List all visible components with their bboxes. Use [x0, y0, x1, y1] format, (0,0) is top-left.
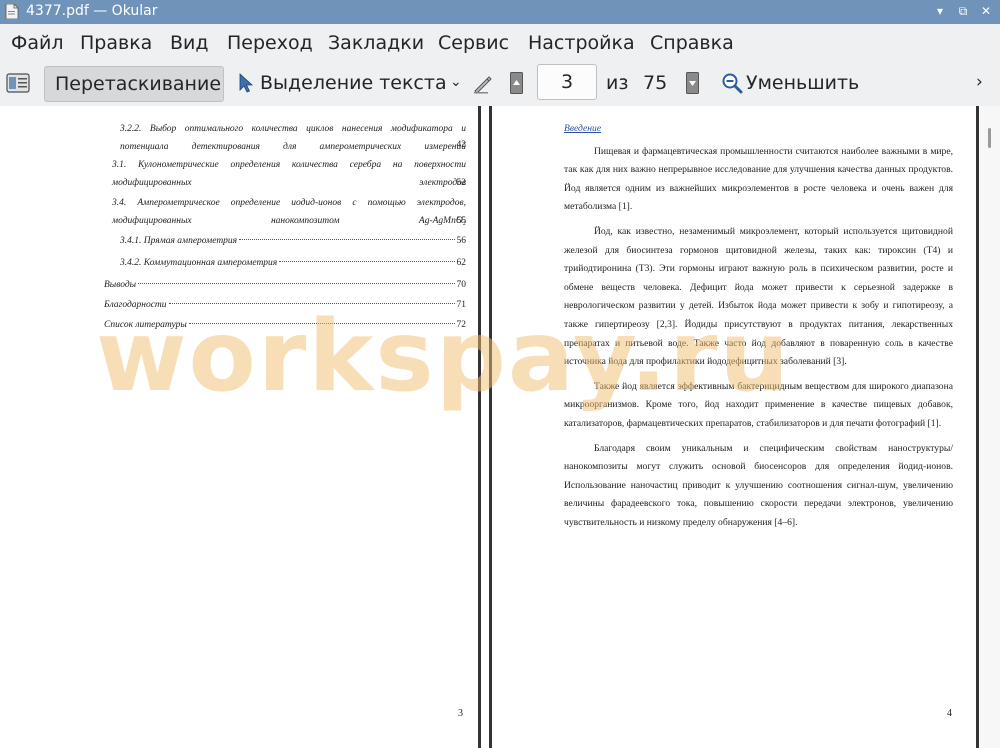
- toc-entry[interactable]: 52: [86, 174, 467, 192]
- toc-page-number: 55: [456, 216, 467, 226]
- paragraph: Благодаря своим уникальным и специфическ…: [564, 442, 953, 528]
- toc-entry[interactable]: Благодарности 71: [104, 296, 466, 314]
- section-heading: Введение: [564, 123, 602, 134]
- toc-entry-text: Благодарности: [104, 300, 167, 310]
- browse-tool-button[interactable]: Перетаскивание: [44, 66, 224, 102]
- menu-edit[interactable]: Правка: [80, 32, 152, 54]
- toc-page-number: 71: [456, 300, 467, 310]
- page-4: Введение Пищевая и фармацевтическая пром…: [489, 106, 979, 748]
- toc-page-number: 70: [456, 280, 467, 290]
- menu-bar: Файл Правка Вид Переход Закладки Сервис …: [0, 24, 1000, 62]
- browse-tool-label: Перетаскивание: [55, 73, 222, 95]
- maximize-icon[interactable]: ⧉: [955, 3, 971, 19]
- toc-page-number: 52: [456, 178, 467, 188]
- toolbar: Перетаскивание Выделение текста ⌄ из 75 …: [0, 62, 1000, 107]
- page-number-footer: 3: [458, 708, 463, 719]
- page-body: Введение Пищевая и фармацевтическая пром…: [564, 120, 953, 538]
- next-page-icon[interactable]: [686, 72, 699, 94]
- menu-tools[interactable]: Сервис: [438, 32, 509, 54]
- page-number-input[interactable]: [537, 64, 597, 100]
- toc-page-number: 62: [456, 258, 467, 268]
- menu-bookmarks[interactable]: Закладки: [328, 32, 424, 54]
- paragraph: Пищевая и фармацевтическая промышленност…: [564, 145, 953, 213]
- dot-leader: [138, 283, 455, 284]
- document-view[interactable]: 3.2.2. Выбор оптимального количества цик…: [0, 106, 1000, 748]
- paragraph: Йод, как известно, незаменимый микроэлем…: [564, 225, 953, 368]
- toc-entry-text: 3.4.1. Прямая амперометрия: [120, 236, 238, 246]
- vertical-scrollbar[interactable]: [980, 106, 1000, 748]
- page-gap: [481, 106, 489, 748]
- page-of-label: из: [606, 72, 629, 94]
- toc-entry-text: 3.4.2. Коммутационная амперометрия: [120, 258, 278, 268]
- menu-file[interactable]: Файл: [11, 32, 64, 54]
- minimize-icon[interactable]: ▾: [932, 3, 948, 19]
- toc-page-number: 42: [456, 140, 467, 150]
- dot-leader: [239, 239, 455, 240]
- menu-help[interactable]: Справка: [650, 32, 734, 54]
- highlighter-icon[interactable]: [471, 71, 495, 95]
- pdf-file-icon: [5, 4, 19, 19]
- sidebar-toggle-icon[interactable]: [6, 72, 30, 94]
- dot-leader: [279, 261, 455, 262]
- menu-settings[interactable]: Настройка: [528, 32, 635, 54]
- chevron-down-icon[interactable]: ⌄: [450, 74, 464, 90]
- menu-go[interactable]: Переход: [227, 32, 313, 54]
- toc-entry-text: Список литературы: [104, 320, 187, 330]
- previous-page-icon[interactable]: [510, 72, 523, 94]
- total-pages: 75: [643, 72, 668, 94]
- cursor-icon: [239, 73, 254, 93]
- paragraph: Также йод является эффективным бактерици…: [564, 380, 953, 429]
- window-title: 4377.pdf — Okular: [26, 3, 158, 19]
- page-3: 3.2.2. Выбор оптимального количества цик…: [0, 106, 481, 748]
- text-selection-tool-button[interactable]: Выделение текста: [260, 72, 447, 94]
- chevron-right-icon[interactable]: ›: [976, 72, 983, 92]
- page-number-footer: 4: [947, 708, 952, 719]
- toc-page-number: 72: [456, 320, 467, 330]
- toc-entry-text: Выводы: [104, 280, 137, 290]
- toc-entry[interactable]: 55: [86, 212, 467, 230]
- toc-entry[interactable]: 3.4.1. Прямая амперометрия 56: [120, 232, 466, 250]
- toc-entry[interactable]: Выводы 70: [104, 276, 466, 294]
- zoom-out-button[interactable]: Уменьшить: [746, 72, 859, 94]
- toc-entry[interactable]: 3.4.2. Коммутационная амперометрия 62: [120, 254, 466, 272]
- zoom-out-icon: [722, 73, 743, 94]
- scrollbar-thumb[interactable]: [988, 128, 991, 148]
- toc-entry[interactable]: Список литературы 72: [104, 316, 466, 334]
- close-icon[interactable]: ✕: [978, 3, 994, 19]
- dot-leader: [168, 303, 455, 304]
- toc-page-number: 56: [456, 236, 467, 246]
- toc-entry[interactable]: 42: [104, 136, 467, 154]
- title-bar: 4377.pdf — Okular ▾ ⧉ ✕: [0, 0, 1000, 24]
- menu-view[interactable]: Вид: [170, 32, 209, 54]
- dot-leader: [188, 323, 455, 324]
